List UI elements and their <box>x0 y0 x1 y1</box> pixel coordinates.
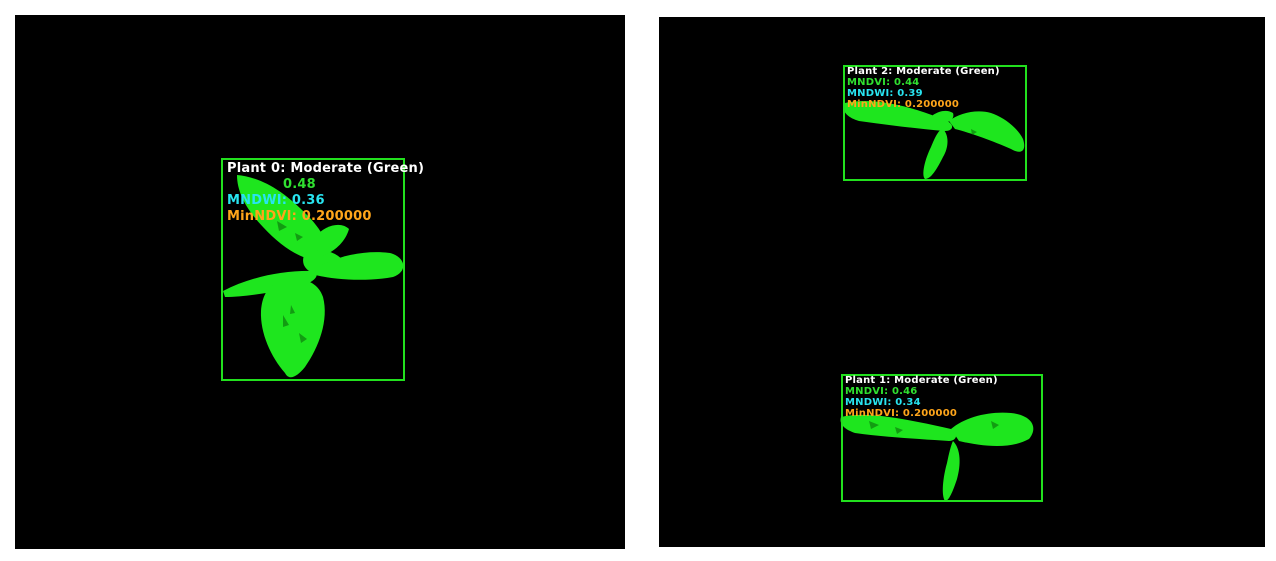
plant-2-ndvi: MNDVI: 0.44 <box>847 77 920 88</box>
right-image-panel: Plant 2: Moderate (Green) MNDVI: 0.44 MN… <box>659 17 1265 547</box>
plant-2-ndwi: MNDWI: 0.39 <box>847 88 923 99</box>
left-image-panel: Plant 0: Moderate (Green) 0.48 MNDWI: 0.… <box>15 15 625 549</box>
plant-1-ndwi: MNDWI: 0.34 <box>845 397 921 408</box>
plant-0-title: Plant 0: Moderate (Green) <box>227 161 425 176</box>
plant-0-ndwi: MNDWI: 0.36 <box>227 193 325 208</box>
plant-1-min-ndvi: MinNDVI: 0.200000 <box>845 408 958 419</box>
plant-1-ndvi: MNDVI: 0.46 <box>845 386 918 397</box>
plant-2-min-ndvi: MinNDVI: 0.200000 <box>847 99 960 110</box>
plant-0-min-ndvi: MinNDVI: 0.200000 <box>227 209 372 224</box>
plant-1-title: Plant 1: Moderate (Green) <box>845 375 998 386</box>
plant-0-ndvi: 0.48 <box>283 177 316 192</box>
plant-2-title: Plant 2: Moderate (Green) <box>847 66 1000 77</box>
